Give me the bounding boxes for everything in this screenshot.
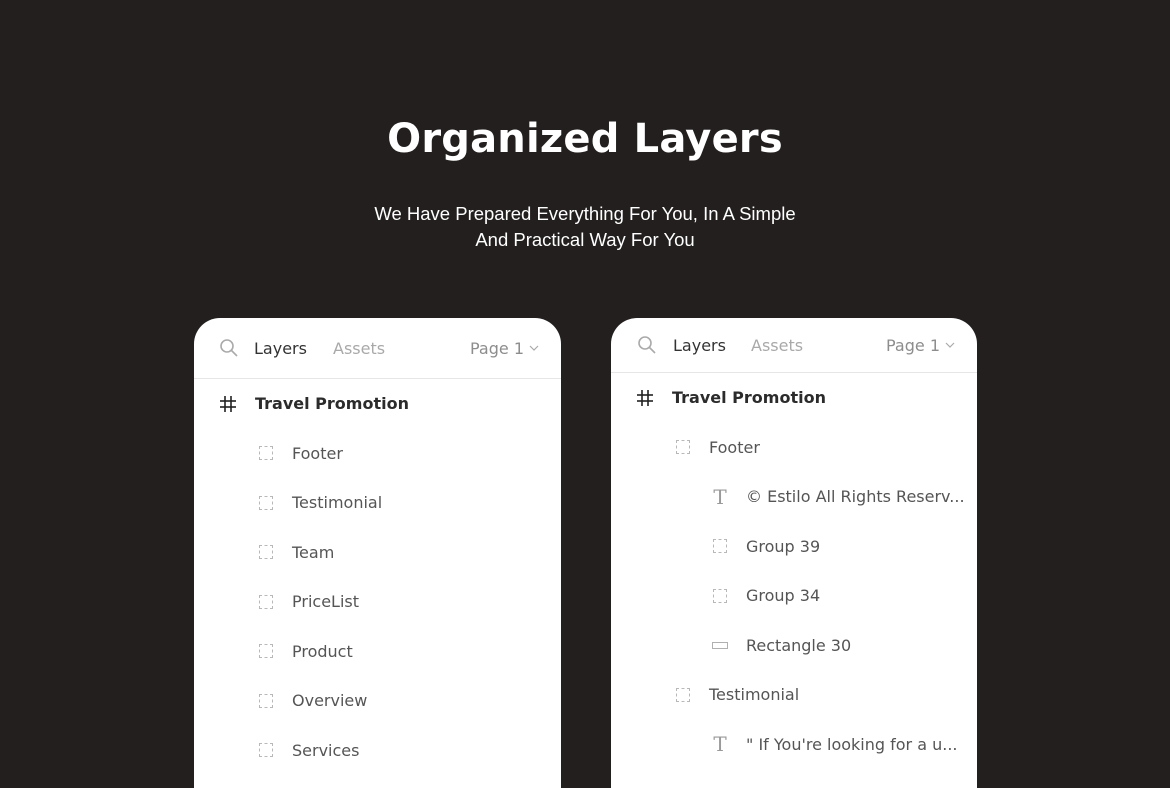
hero-subtitle-line-2: And Practical Way For You <box>475 229 695 250</box>
panel-header: Layers Assets Page 1 <box>611 318 977 373</box>
group-icon <box>674 438 692 456</box>
layer-label: Product <box>292 641 353 661</box>
layer-label: Overview <box>292 691 368 711</box>
frame-hash-icon <box>636 389 654 407</box>
tab-layers[interactable]: Layers <box>254 339 307 358</box>
tab-layers[interactable]: Layers <box>673 336 726 355</box>
layer-row[interactable]: Rectangle 30 <box>611 621 977 671</box>
layer-label: Travel Promotion <box>255 394 409 414</box>
rectangle-icon <box>711 636 729 654</box>
hero-subtitle-line-1: We Have Prepared Everything For You, In … <box>374 203 796 224</box>
layer-row[interactable]: Overview <box>194 676 561 726</box>
layer-row[interactable]: Footer <box>611 423 977 473</box>
page-select-label: Page 1 <box>470 338 524 358</box>
tab-assets[interactable]: Assets <box>333 339 385 358</box>
group-icon <box>711 587 729 605</box>
layer-row-frame[interactable]: Travel Promotion <box>611 373 977 423</box>
layer-label: Footer <box>709 437 760 457</box>
layer-row[interactable]: T " If You're looking for a u... <box>611 720 977 770</box>
layer-row[interactable]: T © Estilo All Rights Reserv... <box>611 472 977 522</box>
layer-row[interactable]: Testimonial <box>194 478 561 528</box>
layer-row[interactable]: Team <box>194 528 561 578</box>
hero-title: Organized Layers <box>387 116 783 162</box>
group-icon <box>711 537 729 555</box>
text-icon: T <box>713 484 727 509</box>
layer-label: Group 39 <box>746 536 821 556</box>
frame-hash-icon <box>219 395 237 413</box>
panel-header: Layers Assets Page 1 <box>194 318 561 379</box>
group-icon <box>257 642 275 660</box>
layer-row[interactable]: Footer <box>194 429 561 479</box>
layer-label: Testimonial <box>292 493 383 513</box>
layer-row[interactable]: Services <box>194 726 561 776</box>
layer-row[interactable]: Group 34 <box>611 571 977 621</box>
tab-assets[interactable]: Assets <box>751 336 803 355</box>
chevron-down-icon <box>945 342 955 348</box>
layer-label: PriceList <box>292 592 359 612</box>
group-icon <box>257 593 275 611</box>
search-icon[interactable] <box>219 338 239 358</box>
layer-label: Team <box>292 542 335 562</box>
layer-label: Rectangle 30 <box>746 635 852 655</box>
text-icon: T <box>713 732 727 757</box>
layer-row[interactable]: PriceList <box>194 577 561 627</box>
search-icon[interactable] <box>637 335 657 355</box>
hero-subtitle: We Have Prepared Everything For You, In … <box>0 201 1170 253</box>
layer-label: " If You're looking for a u... <box>746 734 958 754</box>
layer-label: Footer <box>292 443 343 463</box>
group-icon <box>257 692 275 710</box>
page-select-label: Page 1 <box>886 335 940 355</box>
layer-row[interactable]: Product <box>194 627 561 677</box>
layer-label: © Estilo All Rights Reserv... <box>746 487 965 507</box>
layers-panel-right: Layers Assets Page 1 Travel Promotion Fo… <box>611 318 977 788</box>
layers-panel-left: Layers Assets Page 1 Travel Promotion Fo… <box>194 318 561 788</box>
group-icon <box>257 543 275 561</box>
layer-row-frame[interactable]: Travel Promotion <box>194 379 561 429</box>
layer-row[interactable]: Testimonial <box>611 670 977 720</box>
group-icon <box>257 494 275 512</box>
group-icon <box>674 686 692 704</box>
page-select[interactable]: Page 1 <box>470 339 539 358</box>
group-icon <box>257 741 275 759</box>
layer-label: Testimonial <box>709 685 800 705</box>
group-icon <box>257 444 275 462</box>
layer-label: Group 34 <box>746 586 821 606</box>
layer-label: Services <box>292 740 360 760</box>
chevron-down-icon <box>529 345 539 351</box>
page-select[interactable]: Page 1 <box>886 336 955 355</box>
layer-row[interactable]: Group 39 <box>611 522 977 572</box>
layer-label: Travel Promotion <box>672 388 826 408</box>
